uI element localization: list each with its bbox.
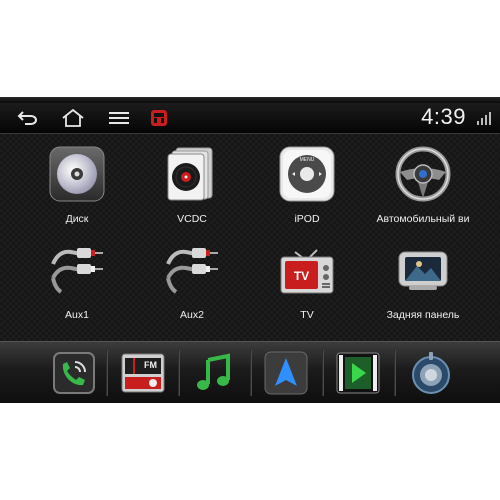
clock: 4:39 xyxy=(421,104,466,129)
back-button[interactable] xyxy=(15,107,41,129)
home-icon xyxy=(62,109,84,127)
menu-button[interactable] xyxy=(106,107,132,129)
app-label: Aux1 xyxy=(65,309,89,321)
status-bar: 4:39 xyxy=(0,103,500,134)
navigation-icon xyxy=(264,351,308,395)
app-label: Автомобильный ви xyxy=(376,213,470,225)
dock-separator xyxy=(322,350,323,396)
app-car-video[interactable]: Автомобильный ви xyxy=(368,146,478,236)
dock-settings[interactable] xyxy=(408,350,454,396)
fm-radio-icon xyxy=(121,353,165,393)
svg-text:TV: TV xyxy=(294,269,309,283)
rear-screen-icon xyxy=(398,251,448,290)
app-grid: Диск VCDC MENU iPOD Автомобильный ви Aux… xyxy=(0,134,500,366)
video-icon xyxy=(336,352,380,394)
home-button[interactable] xyxy=(60,107,86,129)
fm-label: FM xyxy=(144,360,157,370)
dock-fm-radio[interactable]: FM xyxy=(120,350,166,396)
car-mode-button[interactable] xyxy=(146,107,172,129)
steering-wheel-icon xyxy=(395,146,451,202)
dock-separator xyxy=(250,350,251,396)
app-label: Aux2 xyxy=(180,309,204,321)
app-disc[interactable]: Диск xyxy=(22,146,132,236)
app-vcdc[interactable]: VCDC xyxy=(137,146,247,236)
app-label: VCDC xyxy=(177,213,207,225)
head-unit-screen: 4:39 Диск VCDC MENU iPOD Автомобильный в… xyxy=(0,97,500,403)
menu-icon xyxy=(109,112,129,124)
signal-icon xyxy=(477,112,491,125)
dock-music[interactable] xyxy=(192,350,238,396)
settings-icon xyxy=(412,352,450,394)
dock: FM xyxy=(0,341,500,403)
dock-separator xyxy=(394,350,395,396)
rca-cable-icon xyxy=(51,248,103,294)
rca-cable-icon xyxy=(166,248,218,294)
app-label: iPOD xyxy=(294,213,320,225)
app-aux1[interactable]: Aux1 xyxy=(22,242,132,332)
dock-separator xyxy=(106,350,107,396)
app-label: Задняя панель xyxy=(386,309,460,321)
phone-icon xyxy=(53,352,95,394)
app-aux2[interactable]: Aux2 xyxy=(137,242,247,332)
dock-video[interactable] xyxy=(335,350,381,396)
dock-phone[interactable] xyxy=(51,350,97,396)
app-label: TV xyxy=(300,309,314,321)
car-icon xyxy=(151,110,167,126)
disc-icon xyxy=(49,146,105,202)
svg-text:MENU: MENU xyxy=(300,157,315,163)
tv-icon: TV xyxy=(280,249,334,294)
dock-navigation[interactable] xyxy=(263,350,309,396)
app-rear-panel[interactable]: Задняя панель xyxy=(368,242,478,332)
vcd-changer-icon xyxy=(167,147,213,201)
ipod-icon: MENU xyxy=(279,146,335,202)
dock-separator xyxy=(178,350,179,396)
app-ipod[interactable]: MENU iPOD xyxy=(252,146,362,236)
music-icon xyxy=(197,353,230,390)
app-label: Диск xyxy=(65,213,89,225)
back-icon xyxy=(17,111,37,125)
app-tv[interactable]: TV TV xyxy=(252,242,362,332)
